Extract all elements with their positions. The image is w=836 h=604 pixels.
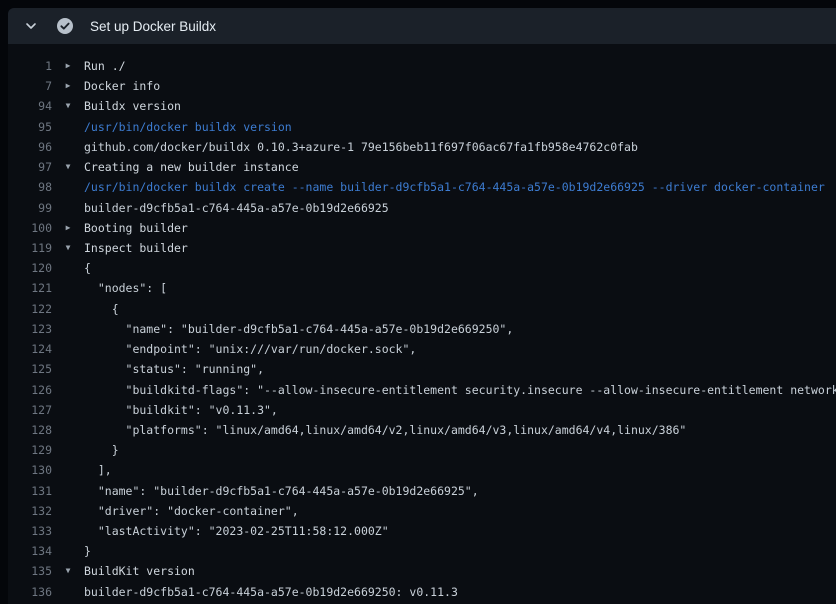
log-text: /usr/bin/docker buildx create --name bui… (84, 177, 836, 197)
line-number[interactable]: 128 (8, 420, 52, 440)
log-group-row[interactable]: 100▶Booting builder (8, 218, 836, 238)
log-line: 128 "platforms": "linux/amd64,linux/amd6… (8, 420, 836, 440)
log-text: /usr/bin/docker buildx version (84, 117, 836, 137)
line-number[interactable]: 136 (8, 582, 52, 602)
log-text: } (84, 440, 836, 460)
line-number[interactable]: 129 (8, 440, 52, 460)
expanded-arrow-icon[interactable]: ▼ (52, 96, 84, 116)
line-number[interactable]: 134 (8, 541, 52, 561)
log-text: "buildkitd-flags": "--allow-insecure-ent… (84, 380, 836, 400)
log-text: github.com/docker/buildx 0.10.3+azure-1 … (84, 137, 836, 157)
log-line: 96 github.com/docker/buildx 0.10.3+azure-… (8, 137, 836, 157)
log-line: 136 builder-d9cfb5a1-c764-445a-a57e-0b19d… (8, 582, 836, 602)
group-title: Creating a new builder instance (84, 157, 836, 177)
log-text: "platforms": "linux/amd64,linux/amd64/v2… (84, 420, 836, 440)
group-title: Booting builder (84, 218, 836, 238)
line-number[interactable]: 132 (8, 501, 52, 521)
group-title: Buildx version (84, 96, 836, 116)
line-number[interactable]: 135 (8, 561, 52, 581)
line-number[interactable]: 130 (8, 460, 52, 480)
line-number[interactable]: 125 (8, 359, 52, 379)
step-log-panel: Set up Docker Buildx 1▶Run ./7▶Docker in… (8, 8, 836, 604)
log-line: 123 "name": "builder-d9cfb5a1-c764-445a-… (8, 319, 836, 339)
log-group-row[interactable]: 7▶Docker info (8, 76, 836, 96)
chevron-down-icon[interactable] (18, 13, 44, 39)
log-text: "status": "running", (84, 359, 836, 379)
collapsed-arrow-icon[interactable]: ▶ (52, 56, 84, 76)
group-title: Docker info (84, 76, 836, 96)
line-number[interactable]: 119 (8, 238, 52, 258)
group-title: BuildKit version (84, 561, 836, 581)
line-number[interactable]: 133 (8, 521, 52, 541)
check-circle-icon (50, 13, 80, 39)
expanded-arrow-icon[interactable]: ▼ (52, 561, 84, 581)
log-rows: 1▶Run ./7▶Docker info94▼Buildx version95… (8, 44, 836, 602)
line-number[interactable]: 131 (8, 481, 52, 501)
log-group-row[interactable]: 97▼Creating a new builder instance (8, 157, 836, 177)
step-header[interactable]: Set up Docker Buildx (8, 8, 836, 44)
log-line: 129 } (8, 440, 836, 460)
log-line: 99 builder-d9cfb5a1-c764-445a-a57e-0b19d2… (8, 198, 836, 218)
log-line: 131 "name": "builder-d9cfb5a1-c764-445a-… (8, 481, 836, 501)
log-line: 121 "nodes": [ (8, 278, 836, 298)
log-text: "nodes": [ (84, 278, 836, 298)
line-number[interactable]: 98 (8, 177, 52, 197)
collapsed-arrow-icon[interactable]: ▶ (52, 76, 84, 96)
log-group-row[interactable]: 94▼Buildx version (8, 96, 836, 116)
group-title: Inspect builder (84, 238, 836, 258)
log-line: 130 ], (8, 460, 836, 480)
log-text: ], (84, 460, 836, 480)
expanded-arrow-icon[interactable]: ▼ (52, 238, 84, 258)
log-line: 124 "endpoint": "unix:///var/run/docker.… (8, 339, 836, 359)
step-title: Set up Docker Buildx (90, 19, 216, 34)
line-number[interactable]: 122 (8, 299, 52, 319)
log-line: 95/usr/bin/docker buildx version (8, 117, 836, 137)
line-number[interactable]: 96 (8, 137, 52, 157)
line-number[interactable]: 123 (8, 319, 52, 339)
line-number[interactable]: 124 (8, 339, 52, 359)
log-group-row[interactable]: 1▶Run ./ (8, 56, 836, 76)
log-line: 122 { (8, 299, 836, 319)
log-line: 127 "buildkit": "v0.11.3", (8, 400, 836, 420)
log-text: "name": "builder-d9cfb5a1-c764-445a-a57e… (84, 319, 836, 339)
log-text: builder-d9cfb5a1-c764-445a-a57e-0b19d2e6… (84, 198, 836, 218)
log-group-row[interactable]: 135▼BuildKit version (8, 561, 836, 581)
line-number[interactable]: 120 (8, 258, 52, 278)
log-line: 132 "driver": "docker-container", (8, 501, 836, 521)
log-text: { (84, 258, 836, 278)
log-line: 133 "lastActivity": "2023-02-25T11:58:12… (8, 521, 836, 541)
group-title: Run ./ (84, 56, 836, 76)
log-text: "lastActivity": "2023-02-25T11:58:12.000… (84, 521, 836, 541)
line-number[interactable]: 121 (8, 278, 52, 298)
log-text: "name": "builder-d9cfb5a1-c764-445a-a57e… (84, 481, 836, 501)
log-text: "endpoint": "unix:///var/run/docker.sock… (84, 339, 836, 359)
log-text: } (84, 541, 836, 561)
line-number[interactable]: 100 (8, 218, 52, 238)
log-text: { (84, 299, 836, 319)
collapsed-arrow-icon[interactable]: ▶ (52, 218, 84, 238)
line-number[interactable]: 95 (8, 117, 52, 137)
log-line: 126 "buildkitd-flags": "--allow-insecure… (8, 380, 836, 400)
line-number[interactable]: 126 (8, 380, 52, 400)
line-number[interactable]: 99 (8, 198, 52, 218)
log-group-row[interactable]: 119▼Inspect builder (8, 238, 836, 258)
line-number[interactable]: 97 (8, 157, 52, 177)
log-line: 125 "status": "running", (8, 359, 836, 379)
log-line: 120 { (8, 258, 836, 278)
log-line: 134} (8, 541, 836, 561)
line-number[interactable]: 1 (8, 56, 52, 76)
line-number[interactable]: 7 (8, 76, 52, 96)
line-number[interactable]: 127 (8, 400, 52, 420)
line-number[interactable]: 94 (8, 96, 52, 116)
log-text: builder-d9cfb5a1-c764-445a-a57e-0b19d2e6… (84, 582, 836, 602)
log-text: "driver": "docker-container", (84, 501, 836, 521)
log-text: "buildkit": "v0.11.3", (84, 400, 836, 420)
log-line: 98/usr/bin/docker buildx create --name b… (8, 177, 836, 197)
expanded-arrow-icon[interactable]: ▼ (52, 157, 84, 177)
